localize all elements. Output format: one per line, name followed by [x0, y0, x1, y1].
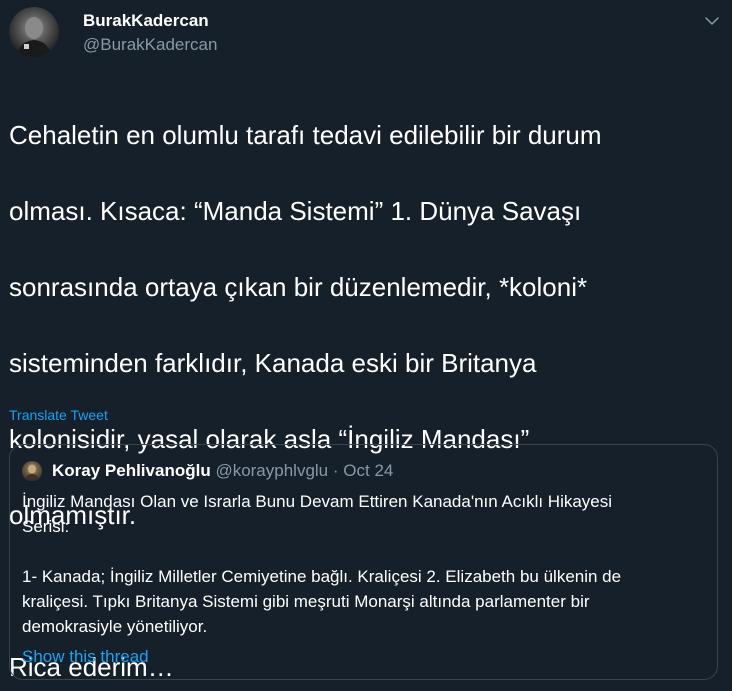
tweet-menu-button[interactable]: [700, 9, 724, 33]
tweet-text-line: sisteminden farklıdır, Kanada eski bir B…: [9, 348, 537, 378]
quoted-text-line: İngiliz Mandası Olan ve Israrla Bunu Dev…: [22, 492, 613, 511]
author-avatar[interactable]: [9, 7, 59, 57]
tweet: BurakKadercan @BurakKadercan Cehaletin e…: [0, 0, 732, 691]
tweet-text-line: sonrasında ortaya çıkan bir düzenlemedir…: [9, 272, 588, 302]
show-thread-link[interactable]: Show this thread: [22, 646, 149, 668]
translate-tweet-link[interactable]: Translate Tweet: [9, 406, 108, 424]
quoted-tweet-header: Koray Pehlivanoğlu @korayphlvglu · Oct 2…: [52, 460, 393, 482]
author-name[interactable]: BurakKadercan: [83, 11, 209, 31]
quoted-author-name: Koray Pehlivanoğlu: [52, 461, 211, 480]
quoted-text-line: demokrasiyle yönetiliyor.: [22, 617, 208, 636]
quoted-text-line: kraliçesi. Tıpkı Britanya Sistemi gibi m…: [22, 592, 590, 611]
quoted-author-avatar: [22, 461, 42, 481]
tweet-text-line: Cehaletin en olumlu tarafı tedavi edileb…: [9, 120, 602, 150]
tweet-text-line: olması. Kısaca: “Manda Sistemi” 1. Dünya…: [9, 196, 582, 226]
separator-dot: ·: [332, 461, 339, 480]
quoted-tweet-card[interactable]: Koray Pehlivanoğlu @korayphlvglu · Oct 2…: [9, 444, 718, 680]
quoted-text-line: Serisi:: [22, 517, 70, 536]
quoted-tweet-text: İngiliz Mandası Olan ve Israrla Bunu Dev…: [22, 489, 712, 639]
author-handle[interactable]: @BurakKadercan: [83, 35, 217, 55]
quoted-text-line: 1- Kanada; İngiliz Milletler Cemiyetine …: [22, 567, 622, 586]
quoted-tweet-date: Oct 24: [343, 461, 394, 480]
quoted-author-handle: @korayphlvglu: [215, 461, 329, 480]
chevron-down-icon: [705, 17, 719, 25]
